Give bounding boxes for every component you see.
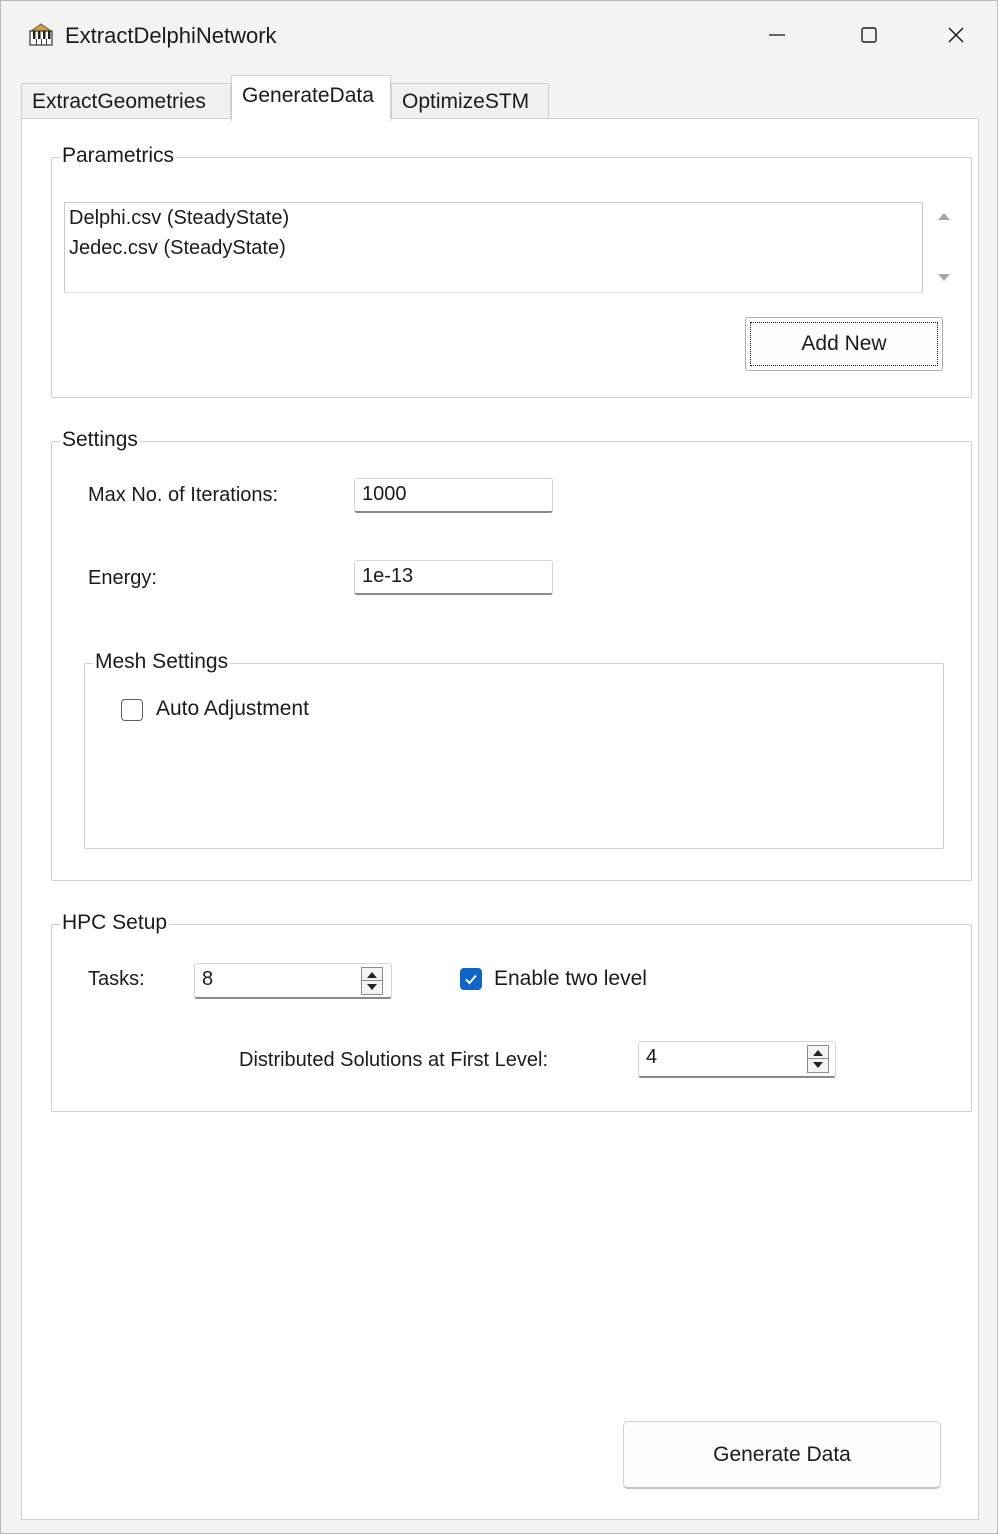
app-window: ExtractDelphiNetwork ExtractGeometries G… bbox=[0, 0, 998, 1534]
hpc-setup-group-title: HPC Setup bbox=[60, 909, 170, 937]
list-item[interactable]: Delphi.csv (SteadyState) bbox=[65, 203, 922, 233]
enable-two-level-checkbox[interactable] bbox=[460, 968, 482, 990]
mesh-settings-group: Mesh Settings bbox=[84, 648, 944, 849]
close-button[interactable] bbox=[915, 1, 997, 69]
stepper-up-button[interactable] bbox=[808, 1046, 828, 1059]
tab-optimize-stm[interactable]: OptimizeSTM bbox=[391, 83, 549, 119]
close-icon bbox=[948, 27, 964, 43]
checkmark-icon bbox=[465, 974, 477, 985]
scroll-down-arrow-icon[interactable] bbox=[933, 267, 955, 289]
chevron-up-icon bbox=[813, 1049, 823, 1056]
stepper-down-button[interactable] bbox=[808, 1059, 828, 1072]
chevron-down-icon bbox=[367, 984, 377, 990]
piano-keys-app-icon bbox=[29, 23, 53, 46]
parametrics-scrollbar[interactable] bbox=[933, 201, 955, 293]
window-title: ExtractDelphiNetwork bbox=[65, 23, 277, 48]
chevron-down-icon bbox=[813, 1062, 823, 1068]
stepper-up-button[interactable] bbox=[362, 968, 382, 981]
max-iterations-input[interactable]: 1000 bbox=[354, 478, 553, 513]
auto-adjustment-label[interactable]: Auto Adjustment bbox=[156, 697, 309, 721]
chevron-up-icon bbox=[367, 971, 377, 978]
mesh-settings-group-title: Mesh Settings bbox=[93, 648, 231, 676]
generate-data-button[interactable]: Generate Data bbox=[623, 1421, 941, 1489]
add-new-button[interactable]: Add New bbox=[745, 317, 943, 371]
settings-group-title: Settings bbox=[60, 426, 140, 454]
tab-generate-data[interactable]: GenerateData bbox=[231, 75, 391, 121]
stepper-down-button[interactable] bbox=[362, 981, 382, 994]
auto-adjustment-checkbox[interactable] bbox=[121, 699, 143, 721]
tasks-label: Tasks: bbox=[88, 968, 145, 990]
maximize-icon bbox=[861, 27, 877, 43]
parametrics-group-title: Parametrics bbox=[60, 142, 177, 170]
maximize-button[interactable] bbox=[823, 1, 915, 69]
distributed-solutions-label: Distributed Solutions at First Level: bbox=[239, 1049, 549, 1071]
tab-strip: ExtractGeometries GenerateData OptimizeS… bbox=[19, 75, 979, 121]
energy-label: Energy: bbox=[88, 567, 157, 589]
max-iterations-label: Max No. of Iterations: bbox=[88, 484, 279, 506]
list-item[interactable]: Jedec.csv (SteadyState) bbox=[65, 233, 922, 263]
title-bar[interactable]: ExtractDelphiNetwork bbox=[1, 1, 997, 69]
tasks-stepper[interactable] bbox=[361, 967, 383, 995]
distributed-solutions-stepper[interactable] bbox=[807, 1045, 829, 1073]
tab-extract-geometries[interactable]: ExtractGeometries bbox=[21, 83, 231, 119]
scroll-up-arrow-icon[interactable] bbox=[933, 205, 955, 227]
hpc-setup-group: HPC Setup bbox=[51, 909, 972, 1112]
minimize-button[interactable] bbox=[731, 1, 823, 69]
minimize-icon bbox=[769, 34, 785, 36]
enable-two-level-label[interactable]: Enable two level bbox=[494, 967, 647, 991]
parametrics-list[interactable]: Delphi.csv (SteadyState) Jedec.csv (Stea… bbox=[64, 202, 923, 293]
energy-input[interactable]: 1e-13 bbox=[354, 560, 553, 595]
